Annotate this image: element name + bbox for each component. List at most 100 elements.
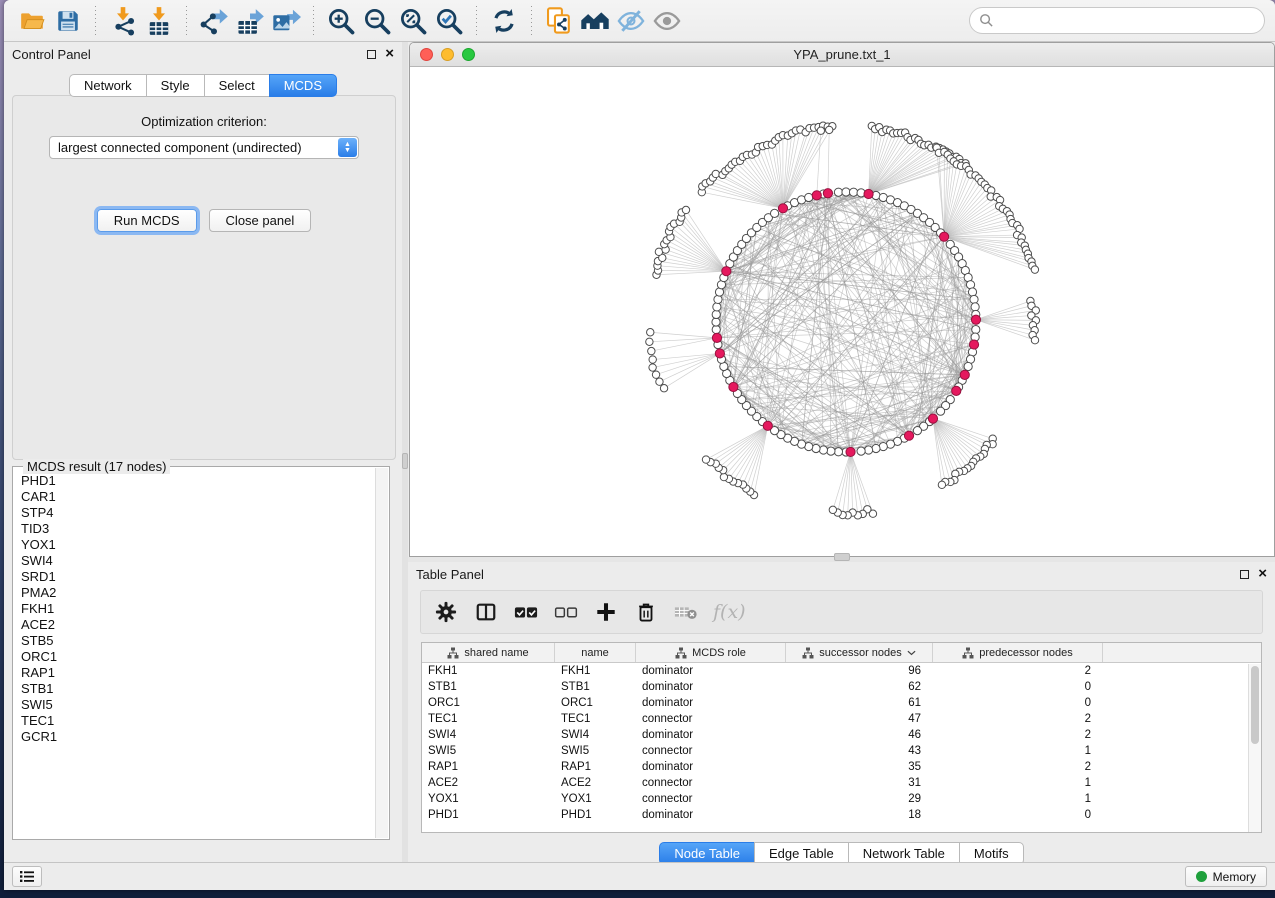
export-table-icon[interactable] xyxy=(232,4,268,38)
create-column-icon[interactable] xyxy=(593,599,619,625)
search-input[interactable] xyxy=(994,13,1255,28)
column-header-mcds-role[interactable]: MCDS role xyxy=(636,643,786,662)
table-cell[interactable]: 35 xyxy=(786,761,933,773)
tab-network[interactable]: Network xyxy=(69,74,146,97)
mcds-result-item[interactable]: CAR1 xyxy=(21,489,374,505)
export-image-icon[interactable] xyxy=(268,4,304,38)
table-cell[interactable]: TEC1 xyxy=(422,713,555,725)
toggle-panel-columns-icon[interactable] xyxy=(473,599,499,625)
table-scrollbar-thumb[interactable] xyxy=(1251,666,1259,744)
table-cell[interactable]: FKH1 xyxy=(422,665,555,677)
close-panel-icon[interactable]: × xyxy=(1258,569,1267,579)
tab-mcds[interactable]: MCDS xyxy=(269,74,337,97)
table-row[interactable]: TEC1TEC1connector472 xyxy=(422,711,1261,727)
table-cell[interactable]: 61 xyxy=(786,697,933,709)
column-header-successor-nodes[interactable]: successor nodes xyxy=(786,643,933,662)
open-file-icon[interactable] xyxy=(14,4,50,38)
zoom-selected-icon[interactable] xyxy=(431,4,467,38)
table-cell[interactable]: TEC1 xyxy=(555,713,636,725)
table-cell[interactable]: 0 xyxy=(933,697,1103,709)
table-cell[interactable]: PHD1 xyxy=(422,809,555,821)
export-network-icon[interactable] xyxy=(196,4,232,38)
search-field[interactable] xyxy=(969,7,1265,34)
table-cell[interactable]: 62 xyxy=(786,681,933,693)
table-cell[interactable]: 43 xyxy=(786,745,933,757)
table-cell[interactable]: 2 xyxy=(933,713,1103,725)
table-cell[interactable]: 46 xyxy=(786,729,933,741)
column-header-predecessor-nodes[interactable]: predecessor nodes xyxy=(933,643,1103,662)
hide-selected-icon[interactable] xyxy=(613,4,649,38)
show-all-columns-icon[interactable] xyxy=(513,599,539,625)
zoom-out-icon[interactable] xyxy=(359,4,395,38)
close-panel-button[interactable]: Close panel xyxy=(209,209,312,232)
table-cell[interactable]: dominator xyxy=(636,761,786,773)
table-cell[interactable]: ORC1 xyxy=(555,697,636,709)
table-row[interactable]: ORC1ORC1dominator610 xyxy=(422,695,1261,711)
table-row[interactable]: RAP1RAP1dominator352 xyxy=(422,759,1261,775)
table-cell[interactable]: connector xyxy=(636,713,786,725)
column-header-shared-name[interactable]: shared name xyxy=(422,643,555,662)
first-neighbors-icon[interactable] xyxy=(577,4,613,38)
mcds-result-item[interactable]: TEC1 xyxy=(21,713,374,729)
zoom-in-icon[interactable] xyxy=(323,4,359,38)
table-row[interactable]: SWI4SWI4dominator462 xyxy=(422,727,1261,743)
float-panel-icon[interactable] xyxy=(1240,570,1249,579)
table-cell[interactable]: dominator xyxy=(636,729,786,741)
table-cell[interactable]: PHD1 xyxy=(555,809,636,821)
import-network-icon[interactable] xyxy=(105,4,141,38)
table-cell[interactable]: connector xyxy=(636,793,786,805)
mcds-result-item[interactable]: ORC1 xyxy=(21,649,374,665)
table-cell[interactable]: 29 xyxy=(786,793,933,805)
table-row[interactable]: FKH1FKH1dominator962 xyxy=(422,663,1261,679)
table-row[interactable]: STB1STB1dominator620 xyxy=(422,679,1261,695)
mcds-result-item[interactable]: RAP1 xyxy=(21,665,374,681)
mcds-result-item[interactable]: PMA2 xyxy=(21,585,374,601)
mcds-result-item[interactable]: ACE2 xyxy=(21,617,374,633)
mcds-result-list[interactable]: PHD1CAR1STP4TID3YOX1SWI4SRD1PMA2FKH1ACE2… xyxy=(21,473,374,837)
task-history-button[interactable] xyxy=(12,866,42,887)
table-row[interactable]: PHD1PHD1dominator180 xyxy=(422,807,1261,823)
show-all-icon[interactable] xyxy=(649,4,685,38)
mcds-result-item[interactable]: FKH1 xyxy=(21,601,374,617)
table-cell[interactable]: SWI4 xyxy=(422,729,555,741)
mcds-result-item[interactable]: STB1 xyxy=(21,681,374,697)
table-cell[interactable]: 18 xyxy=(786,809,933,821)
run-mcds-button[interactable]: Run MCDS xyxy=(97,209,197,232)
mcds-result-item[interactable]: STB5 xyxy=(21,633,374,649)
tab-select[interactable]: Select xyxy=(204,74,269,97)
table-row[interactable]: YOX1YOX1connector291 xyxy=(422,791,1261,807)
table-cell[interactable]: 0 xyxy=(933,809,1103,821)
table-cell[interactable]: connector xyxy=(636,777,786,789)
table-cell[interactable]: SWI4 xyxy=(555,729,636,741)
horizontal-splitter-handle[interactable] xyxy=(834,553,850,561)
refresh-icon[interactable] xyxy=(486,4,522,38)
table-cell[interactable]: 2 xyxy=(933,761,1103,773)
tab-style[interactable]: Style xyxy=(146,74,204,97)
network-canvas[interactable] xyxy=(410,67,1274,556)
table-cell[interactable]: YOX1 xyxy=(555,793,636,805)
memory-button[interactable]: Memory xyxy=(1185,866,1267,887)
table-cell[interactable]: dominator xyxy=(636,697,786,709)
column-header-name[interactable]: name xyxy=(555,643,636,662)
import-table-icon[interactable] xyxy=(141,4,177,38)
table-cell[interactable]: ACE2 xyxy=(555,777,636,789)
save-session-icon[interactable] xyxy=(50,4,86,38)
table-cell[interactable]: 96 xyxy=(786,665,933,677)
table-cell[interactable]: 47 xyxy=(786,713,933,725)
zoom-fit-icon[interactable] xyxy=(395,4,431,38)
mcds-result-item[interactable]: SWI4 xyxy=(21,553,374,569)
mcds-result-item[interactable]: TID3 xyxy=(21,521,374,537)
mcds-list-scrollbar[interactable] xyxy=(375,468,388,838)
table-cell[interactable]: dominator xyxy=(636,681,786,693)
mcds-result-item[interactable]: SWI5 xyxy=(21,697,374,713)
table-cell[interactable]: connector xyxy=(636,745,786,757)
table-cell[interactable]: ACE2 xyxy=(422,777,555,789)
mcds-result-item[interactable]: STP4 xyxy=(21,505,374,521)
table-cell[interactable]: dominator xyxy=(636,809,786,821)
table-cell[interactable]: 1 xyxy=(933,745,1103,757)
table-cell[interactable]: SWI5 xyxy=(555,745,636,757)
table-cell[interactable]: STB1 xyxy=(555,681,636,693)
clone-network-icon[interactable] xyxy=(541,4,577,38)
mcds-result-item[interactable]: YOX1 xyxy=(21,537,374,553)
mcds-result-item[interactable]: GCR1 xyxy=(21,729,374,745)
